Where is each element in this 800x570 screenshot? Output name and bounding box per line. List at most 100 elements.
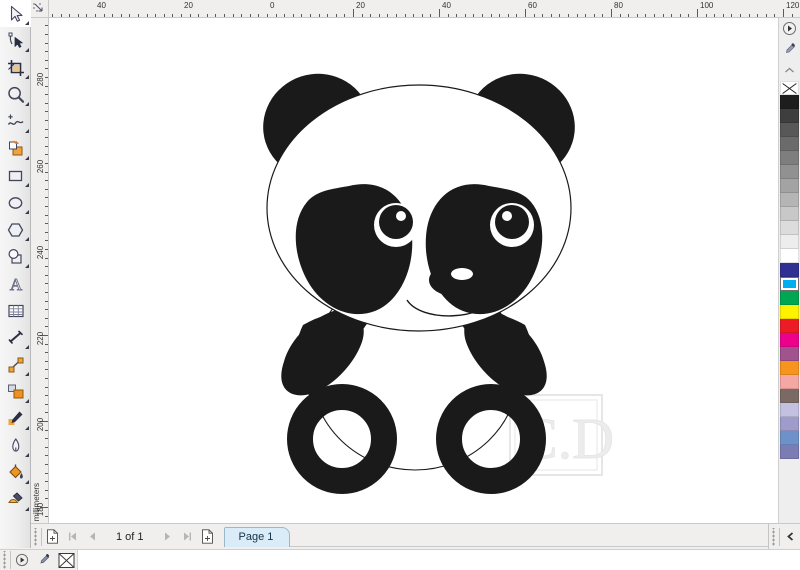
palette-swatch-gray-40[interactable] [780, 179, 799, 193]
next-page-button[interactable] [158, 526, 178, 548]
palette-swatch-light-lavender[interactable] [780, 403, 799, 417]
palette-swatch-red[interactable] [780, 319, 799, 333]
add-page-right-button[interactable] [198, 526, 218, 548]
palette-swatch-gray-20[interactable] [780, 207, 799, 221]
palette-swatch-gray-10[interactable] [780, 221, 799, 235]
ruler-origin-marker[interactable] [31, 0, 49, 18]
palette-swatch-green[interactable] [780, 291, 799, 305]
palette-swatch-orange[interactable] [780, 361, 799, 375]
docker-grip[interactable] [771, 527, 780, 546]
outline-tool[interactable] [0, 432, 31, 459]
fill-tool[interactable] [0, 459, 31, 486]
ellipse-tool[interactable] [0, 189, 31, 216]
flyout-arrow-icon[interactable] [25, 345, 29, 349]
palette-swatch-black[interactable] [780, 95, 799, 109]
statusbar-grip[interactable] [2, 551, 11, 569]
palette-swatch-gray-50[interactable] [780, 165, 799, 179]
flyout-arrow-icon[interactable] [25, 453, 29, 457]
eyedropper-icon[interactable] [33, 551, 55, 570]
page-tab-1[interactable]: Page 1 [223, 526, 291, 547]
palette-swatch-gray-90[interactable] [780, 109, 799, 123]
flyout-arrow-icon[interactable] [25, 372, 29, 376]
toolbox: A [0, 0, 31, 548]
color-eyedropper-tool[interactable] [0, 405, 31, 432]
flyout-arrow-icon[interactable] [25, 426, 29, 430]
rectangle-tool[interactable] [0, 162, 31, 189]
freehand-tool[interactable] [0, 108, 31, 135]
flyout-arrow-icon[interactable] [25, 183, 29, 187]
palette-swatch-salmon[interactable] [780, 375, 799, 389]
flyout-arrow-icon[interactable] [25, 237, 29, 241]
flyout-arrow-icon[interactable] [25, 210, 29, 214]
add-page-left-button[interactable] [42, 526, 62, 548]
flyout-arrow-icon[interactable] [25, 156, 29, 160]
flyout-arrow-icon[interactable] [25, 507, 29, 511]
last-page-button[interactable] [178, 526, 198, 548]
panda-illustration[interactable]: C.D [49, 18, 778, 523]
ruler-minor-tick [45, 387, 48, 388]
ruler-minor-tick [430, 14, 431, 17]
first-page-button[interactable] [62, 526, 82, 548]
page-surface[interactable]: C.D [49, 18, 778, 523]
ruler-minor-tick [45, 163, 48, 164]
palette-swatch-lavender[interactable] [780, 417, 799, 431]
palette-swatch-gray-70[interactable] [780, 137, 799, 151]
flyout-arrow-icon[interactable] [25, 399, 29, 403]
palette-swatch-gray-05[interactable] [780, 235, 799, 249]
no-fill-icon[interactable] [55, 551, 77, 570]
chevron-up-icon[interactable] [779, 60, 800, 81]
palette-swatch-gray-80[interactable] [780, 123, 799, 137]
interactive-fill-tool[interactable] [0, 486, 31, 513]
ruler-minor-tick [45, 292, 48, 293]
color-palette[interactable] [779, 81, 800, 459]
eyedropper-icon[interactable] [779, 39, 800, 60]
palette-swatch-gray-30[interactable] [780, 193, 799, 207]
play-circle-icon[interactable] [11, 551, 33, 570]
connector-tool[interactable] [0, 351, 31, 378]
pagebar-grip[interactable] [33, 527, 42, 546]
smart-fill-tool[interactable] [0, 135, 31, 162]
zoom-tool[interactable] [0, 81, 31, 108]
pick-tool[interactable] [0, 0, 31, 27]
palette-swatch-steel-blue[interactable] [780, 431, 799, 445]
previous-page-button[interactable] [82, 526, 102, 548]
flyout-arrow-icon[interactable] [25, 129, 29, 133]
vertical-ruler[interactable]: millimeters 280 260 240 220 200 180 [31, 18, 49, 523]
ruler-minor-tick [637, 14, 638, 17]
blend-tool[interactable] [0, 378, 31, 405]
basic-shapes-tool[interactable] [0, 243, 31, 270]
play-circle-icon[interactable] [779, 18, 800, 39]
shape-tool[interactable] [0, 27, 31, 54]
drawing-canvas[interactable]: C.D [49, 18, 778, 523]
flyout-arrow-icon[interactable] [25, 21, 29, 25]
palette-swatch-slate-violet[interactable] [780, 445, 799, 459]
palette-swatch-yellow[interactable] [780, 305, 799, 319]
ruler-minor-tick [45, 378, 48, 379]
table-tool[interactable] [0, 297, 31, 324]
palette-swatch-no-color[interactable] [780, 81, 799, 95]
palette-swatch-dark-blue[interactable] [780, 263, 799, 277]
palette-swatch-purple[interactable] [780, 347, 799, 361]
palette-swatch-brown-gray[interactable] [780, 389, 799, 403]
dimension-line-icon [6, 328, 26, 348]
ruler-minor-tick [628, 14, 629, 17]
palette-swatch-white[interactable] [780, 249, 799, 263]
polygon-tool[interactable] [0, 216, 31, 243]
collapse-docker-button[interactable] [780, 526, 800, 548]
ruler-minor-tick [267, 14, 268, 17]
flyout-arrow-icon[interactable] [25, 264, 29, 268]
palette-swatch-gray-60[interactable] [780, 151, 799, 165]
palette-swatch-cyan[interactable] [780, 277, 799, 291]
text-tool[interactable]: A [0, 270, 31, 297]
dimension-tool[interactable] [0, 324, 31, 351]
crop-tool[interactable] [0, 54, 31, 81]
flyout-arrow-icon[interactable] [25, 480, 29, 484]
ruler-minor-tick [473, 14, 474, 17]
ruler-minor-tick [52, 14, 53, 17]
flyout-arrow-icon[interactable] [25, 75, 29, 79]
ruler-minor-tick [551, 14, 552, 17]
flyout-arrow-icon[interactable] [25, 102, 29, 106]
palette-swatch-magenta[interactable] [780, 333, 799, 347]
horizontal-ruler[interactable]: 4020020406080100120140 [49, 0, 800, 18]
flyout-arrow-icon[interactable] [25, 48, 29, 52]
